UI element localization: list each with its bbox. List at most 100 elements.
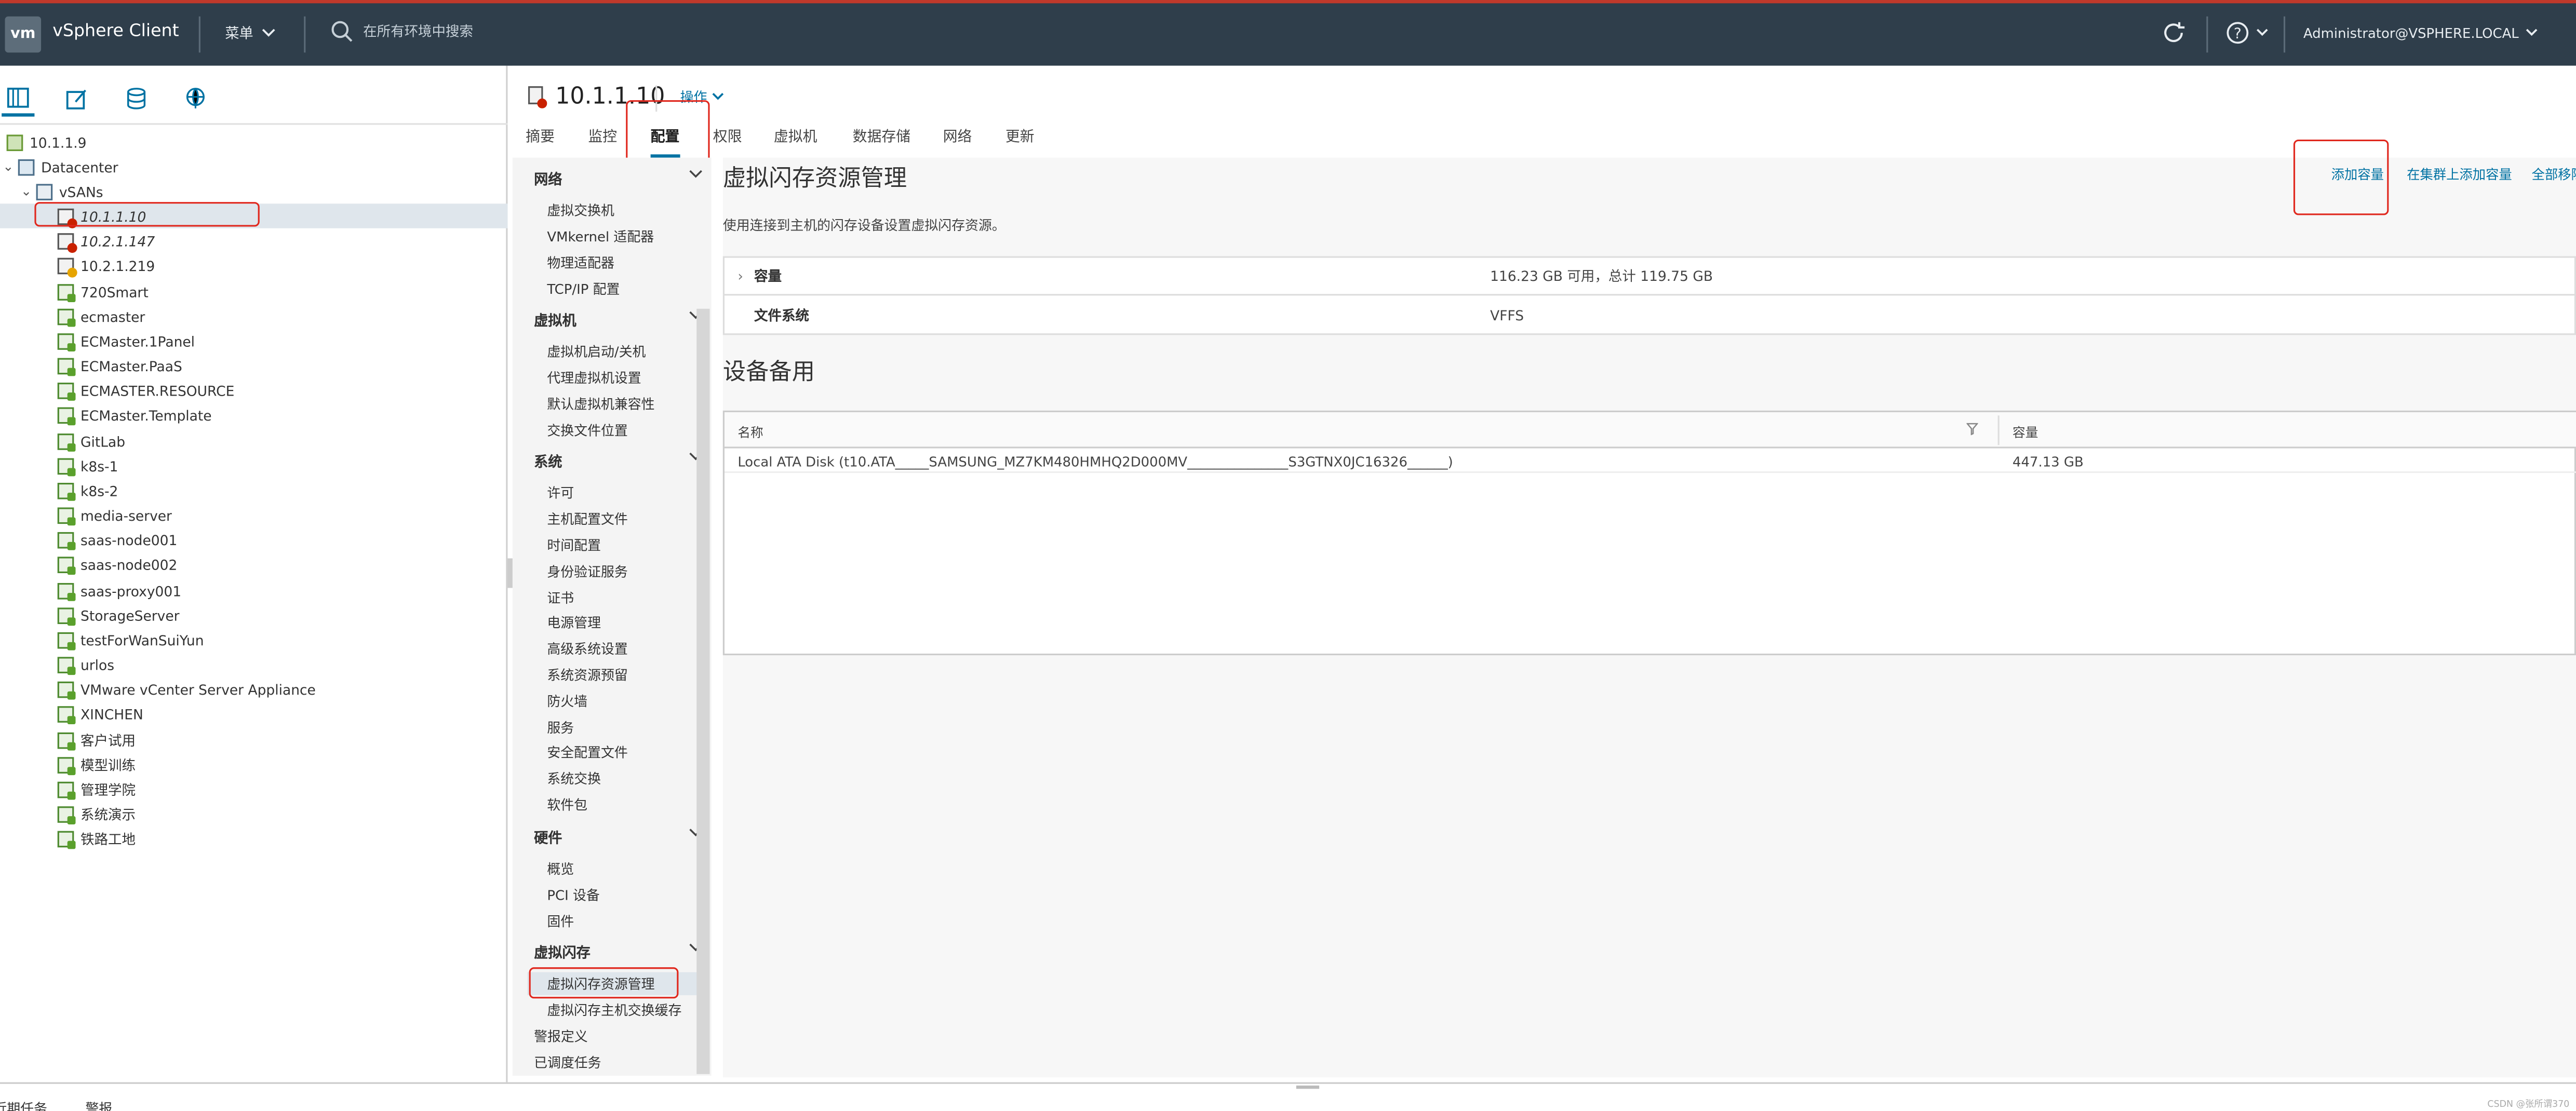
tab-updates[interactable]: 更新 [1005,125,1035,146]
column-divider[interactable] [1997,415,2000,445]
tree-item-vm[interactable]: ECMaster.Template [0,402,507,427]
nav-item[interactable]: 系统交换 [547,768,601,788]
vm-logo[interactable]: vm [5,16,42,53]
nav-item[interactable]: VMkernel 适配器 [547,227,654,247]
nav-item[interactable]: 概览 [547,859,574,878]
tree-item-vm[interactable]: 铁路工地 [0,826,507,850]
nav-item[interactable]: 时间配置 [547,535,601,555]
nav-item[interactable]: 高级系统设置 [547,639,627,659]
main-menu-button[interactable]: 菜单 [225,23,276,43]
column-header-name[interactable]: 名称 [737,424,763,442]
tree-item-vm[interactable]: XINCHEN [0,701,507,726]
global-search-input[interactable]: 在所有环境中搜索 [330,20,473,43]
nav-section-networking[interactable]: 网络 [534,169,703,189]
actions-menu-button[interactable]: 操作 [680,87,725,107]
tab-monitor[interactable]: 监控 [588,125,617,146]
tree-item-vm[interactable]: ecmaster [0,304,507,328]
add-capacity-button[interactable]: 添加容量 [2331,166,2384,184]
nav-item[interactable]: 防火墙 [547,692,587,711]
tree-item-vm[interactable]: saas-node001 [0,527,507,551]
nav-section-virtual-flash[interactable]: 虚拟闪存 [534,943,703,963]
nav-item[interactable]: 服务 [547,717,574,737]
nav-item[interactable]: 虚拟交换机 [547,200,614,220]
filter-icon[interactable] [1966,422,1979,439]
nav-item[interactable]: 虚拟闪存主机交换缓存 [547,1000,681,1020]
remove-all-button[interactable]: 全部移除 [2532,166,2576,184]
hosts-and-clusters-icon[interactable] [2,80,35,117]
tab-networks[interactable]: 网络 [943,125,972,146]
tree-item-vm[interactable]: urlos [0,652,507,676]
nav-item[interactable]: 证书 [547,588,574,607]
tree-item-cluster[interactable]: ⌄ vSANs [0,179,507,204]
nav-item-alarm-definitions[interactable]: 警报定义 [534,1026,588,1046]
column-header-capacity[interactable]: 容量 [2013,424,2038,442]
capacity-row[interactable]: › 容量 116.23 GB 可用，总计 119.75 GB [725,258,2576,296]
tree-item-host[interactable]: 10.2.1.147 [0,228,507,253]
panel-splitter-handle[interactable] [507,558,513,588]
tree-item-vm[interactable]: k8s-1 [0,453,507,478]
chevron-down-icon[interactable]: ⌄ [18,184,35,198]
nav-item[interactable]: 虚拟机启动/关机 [547,342,646,361]
nav-item[interactable]: 交换文件位置 [547,421,627,440]
tree-item-datacenter[interactable]: ⌄ Datacenter [0,154,507,179]
tree-item-vm[interactable]: testForWanSuiYun [0,627,507,652]
tree-item-vm[interactable]: ECMaster.PaaS [0,353,507,377]
nav-item[interactable]: 电源管理 [547,613,601,632]
help-icon: ? [2226,22,2249,44]
tree-item-vm[interactable]: ECMaster.1Panel [0,329,507,353]
chevron-right-icon[interactable]: › [737,268,743,284]
resize-handle[interactable] [1296,1085,1320,1089]
chevron-down-icon[interactable]: ⌄ [0,159,17,174]
tab-permissions[interactable]: 权限 [713,125,742,146]
tree-item-host[interactable]: 10.2.1.219 [0,253,507,277]
help-menu-button[interactable]: ? [2226,21,2269,44]
tree-item-vm[interactable]: media-server [0,503,507,527]
nav-item[interactable]: PCI 设备 [547,885,599,905]
tree-item-vcenter[interactable]: 10.1.1.9 [0,130,507,154]
tree-item-host[interactable]: 10.1.1.10 [0,204,508,228]
tree-item-vm[interactable]: k8s-2 [0,478,507,503]
nav-item[interactable]: 物理适配器 [547,253,614,273]
nav-item[interactable]: 身份验证服务 [547,562,627,581]
nav-item[interactable]: TCP/IP 配置 [547,279,620,299]
nav-item[interactable]: 软件包 [547,795,587,815]
nav-item[interactable]: 安全配置文件 [547,742,627,762]
tree-item-vm[interactable]: StorageServer [0,603,507,627]
user-menu-button[interactable]: Administrator@VSPHERE.LOCAL [2303,24,2539,41]
nav-item[interactable]: 默认虚拟机兼容性 [547,394,654,414]
app-title[interactable]: vSphere Client [52,21,179,41]
tree-item-vm[interactable]: saas-node002 [0,552,507,576]
nav-scrollbar[interactable] [696,308,710,1074]
tab-vms[interactable]: 虚拟机 [774,125,817,146]
nav-section-vm[interactable]: 虚拟机 [534,310,703,330]
tab-configure[interactable]: 配置 [650,125,680,158]
nav-item-scheduled-tasks[interactable]: 已调度任务 [534,1053,601,1073]
tree-item-vm[interactable]: saas-proxy001 [0,578,507,602]
table-row[interactable]: Local ATA Disk (t10.ATA_____SAMSUNG_MZ7K… [725,449,2576,473]
tree-item-vm[interactable]: VMware vCenter Server Appliance [0,676,507,701]
tree-item-vm[interactable]: ECMASTER.RESOURCE [0,378,507,402]
nav-item[interactable]: 系统资源预留 [547,665,627,685]
tab-alarms[interactable]: 警报 [85,1099,112,1111]
refresh-icon[interactable] [2161,20,2187,49]
nav-item[interactable]: 代理虚拟机设置 [547,368,641,388]
nav-item[interactable]: 主机配置文件 [547,509,627,529]
add-cluster-capacity-button[interactable]: 在集群上添加容量 [2407,166,2512,184]
nav-item-virtual-flash-resource[interactable]: 虚拟闪存资源管理 [527,972,703,995]
nav-section-system[interactable]: 系统 [534,452,703,471]
tree-item-vm[interactable]: GitLab [0,429,507,453]
nav-item[interactable]: 许可 [547,483,574,503]
tree-item-vm[interactable]: 客户试用 [0,727,507,752]
nav-item[interactable]: 固件 [547,912,574,931]
tree-item-vm[interactable]: 模型训练 [0,752,507,777]
networking-icon[interactable] [179,80,212,117]
vms-and-templates-icon[interactable] [61,80,93,117]
tree-item-vm[interactable]: 720Smart [0,279,507,304]
tab-datastores[interactable]: 数据存储 [853,125,910,146]
nav-section-hardware[interactable]: 硬件 [534,828,703,847]
tab-summary[interactable]: 摘要 [526,125,555,146]
tree-item-vm[interactable]: 管理学院 [0,777,507,801]
tab-recent-tasks[interactable]: 近期任务 [0,1099,47,1111]
storage-icon[interactable] [120,80,153,117]
tree-item-vm[interactable]: 系统演示 [0,802,507,826]
